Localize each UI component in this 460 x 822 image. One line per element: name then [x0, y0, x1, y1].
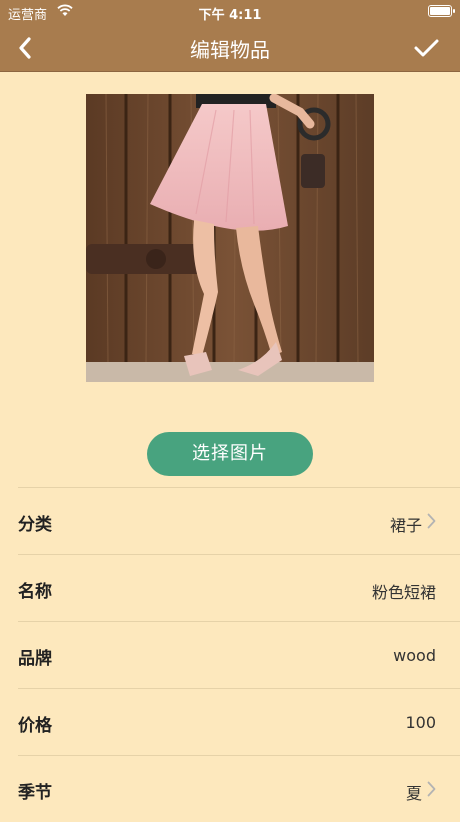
chevron-right-icon [427, 781, 436, 797]
field-brand[interactable]: 品牌 wood [18, 621, 460, 688]
field-value: 粉色短裙 [371, 583, 436, 602]
page-title: 编辑物品 [190, 38, 270, 62]
field-label: 品牌 [18, 649, 52, 669]
item-photo [86, 94, 374, 382]
field-value: 夏 [405, 784, 422, 803]
field-value: 100 [405, 713, 436, 732]
field-label: 名称 [18, 582, 52, 602]
field-label: 分类 [18, 515, 52, 535]
field-label: 季节 [18, 783, 52, 803]
choose-image-button[interactable]: 选择图片 [147, 432, 313, 476]
nav-bar: 编辑物品 [0, 24, 460, 72]
status-bar: 运营商 下午 4:11 [0, 0, 460, 24]
chevron-right-icon [427, 513, 436, 529]
field-price[interactable]: 价格 100 [18, 688, 460, 755]
field-value: wood [393, 646, 436, 665]
clock: 下午 4:11 [198, 8, 262, 23]
field-name[interactable]: 名称 粉色短裙 [18, 554, 460, 621]
item-form: 分类 裙子 名称 粉色短裙 品牌 wood 价格 100 季节 夏 [0, 487, 460, 822]
field-label: 价格 [18, 716, 52, 736]
field-value: 裙子 [389, 516, 422, 535]
field-season[interactable]: 季节 夏 [18, 755, 460, 822]
battery-icon [428, 5, 455, 17]
field-category[interactable]: 分类 裙子 [18, 487, 460, 554]
checkmark-icon[interactable] [412, 34, 440, 62]
